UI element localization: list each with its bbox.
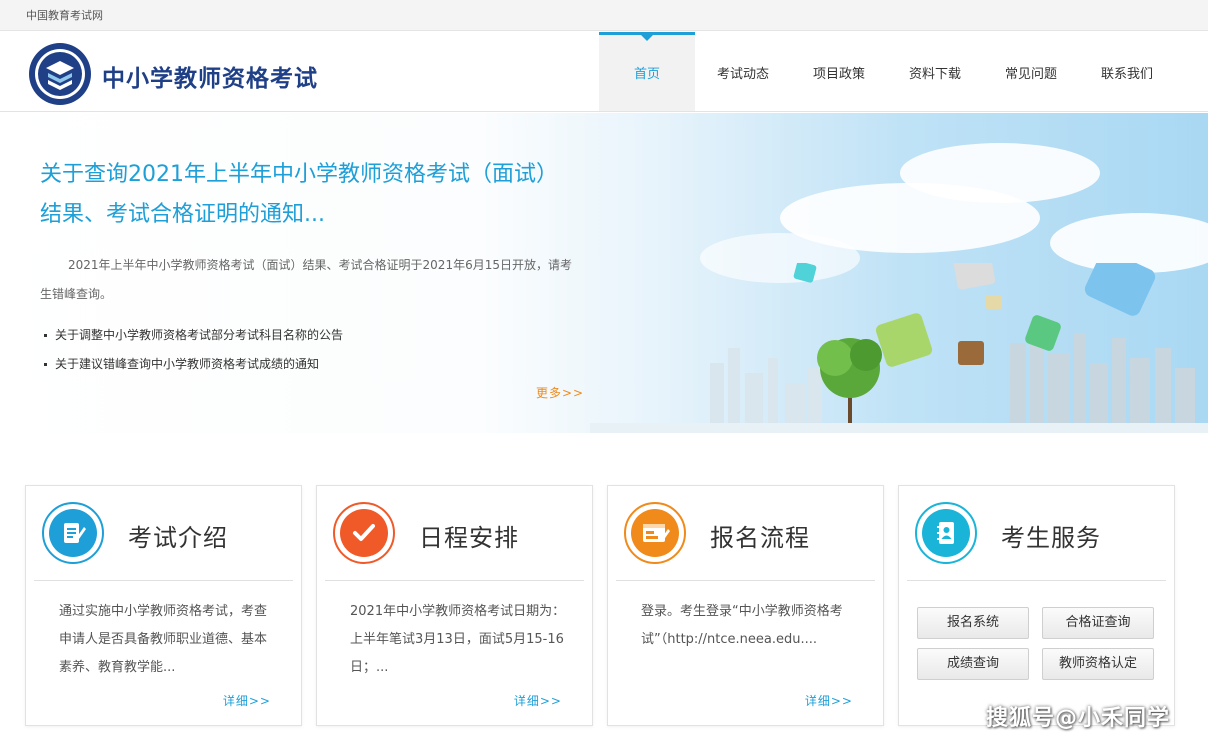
nav-policy[interactable]: 项目政策	[791, 32, 887, 111]
card-registration: 报名流程 登录。考生登录“中小学教师资格考试”（http://ntce.neea…	[607, 485, 884, 726]
news-link[interactable]: 关于建议错峰查询中小学教师资格考试成绩的通知	[44, 350, 343, 379]
card-candidate-services: 考生服务 报名系统 合格证查询 成绩查询 教师资格认定	[898, 485, 1175, 726]
banner-headline[interactable]: 关于查询2021年上半年中小学教师资格考试（面试）结果、考试合格证明的通知...	[40, 155, 570, 235]
nav-contact[interactable]: 联系我们	[1079, 32, 1175, 111]
registration-form-icon	[631, 509, 679, 557]
card-text: 登录。考生登录“中小学教师资格考试”（http://ntce.neea.edu.…	[641, 604, 843, 647]
detail-link[interactable]: 详细>>	[223, 692, 271, 709]
more-link[interactable]: 更多>>	[536, 384, 584, 401]
divider	[325, 580, 584, 581]
nav-home-label: 首页	[633, 67, 660, 82]
card-text: 2021年中小学教师资格考试日期为：上半年笔试3月13日，面试5月15-16日；…	[350, 604, 566, 675]
nav-downloads[interactable]: 资料下载	[887, 32, 983, 111]
card-title[interactable]: 考试介绍	[128, 518, 228, 553]
card-title[interactable]: 报名流程	[710, 518, 810, 553]
divider	[34, 580, 293, 581]
nav-home[interactable]: 首页	[599, 32, 695, 111]
checkmark-icon	[340, 509, 388, 557]
card-icon-wrap	[915, 502, 977, 564]
detail-link[interactable]: 详细>>	[805, 692, 853, 709]
news-link[interactable]: 关于调整中小学教师资格考试部分考试科目名称的公告	[44, 321, 343, 350]
news-link-label: 关于调整中小学教师资格考试部分考试科目名称的公告	[55, 328, 344, 342]
site-logo-icon[interactable]	[28, 42, 92, 106]
city-skyline-illustration	[590, 263, 1208, 433]
watermark: 搜狐号@小禾同学	[986, 706, 1171, 731]
detail-link[interactable]: 详细>>	[514, 692, 562, 709]
service-button-registration[interactable]: 报名系统	[917, 607, 1029, 639]
site-title[interactable]: 中小学教师资格考试	[102, 59, 318, 93]
service-button-teacher-certification[interactable]: 教师资格认定	[1042, 648, 1154, 680]
card-icon-wrap	[624, 502, 686, 564]
card-title[interactable]: 考生服务	[1001, 518, 1101, 553]
header: 中小学教师资格考试 首页 考试动态 项目政策 资料下载 常见问题 联系我们	[0, 32, 1208, 112]
active-indicator-icon	[641, 35, 653, 41]
card-schedule: 日程安排 2021年中小学教师资格考试日期为：上半年笔试3月13日，面试5月15…	[316, 485, 593, 726]
news-list: 关于调整中小学教师资格考试部分考试科目名称的公告 关于建议错峰查询中小学教师资格…	[44, 321, 343, 379]
banner-description: 2021年上半年中小学教师资格考试（面试）结果、考试合格证明于2021年6月15…	[40, 258, 572, 301]
service-button-certificate-query[interactable]: 合格证查询	[1042, 607, 1154, 639]
divider	[907, 580, 1166, 581]
hero-banner: 关于查询2021年上半年中小学教师资格考试（面试）结果、考试合格证明的通知...…	[0, 113, 1208, 433]
card-title[interactable]: 日程安排	[419, 518, 519, 553]
card-text: 通过实施中小学教师资格考试，考查申请人是否具备教师职业道德、基本素养、教育教学能…	[59, 604, 268, 675]
top-strip: 中国教育考试网	[0, 0, 1208, 31]
card-icon-wrap	[333, 502, 395, 564]
news-link-label: 关于建议错峰查询中小学教师资格考试成绩的通知	[55, 357, 320, 371]
card-icon-wrap	[42, 502, 104, 564]
document-edit-icon	[49, 509, 97, 557]
card-exam-intro: 考试介绍 通过实施中小学教师资格考试，考查申请人是否具备教师职业道德、基本素养、…	[25, 485, 302, 726]
contact-book-icon	[922, 509, 970, 557]
parent-site-link[interactable]: 中国教育考试网	[26, 7, 103, 23]
nav-faq[interactable]: 常见问题	[983, 32, 1079, 111]
service-button-score-query[interactable]: 成绩查询	[917, 648, 1029, 680]
divider	[616, 580, 875, 581]
nav-exam-news[interactable]: 考试动态	[695, 32, 791, 111]
